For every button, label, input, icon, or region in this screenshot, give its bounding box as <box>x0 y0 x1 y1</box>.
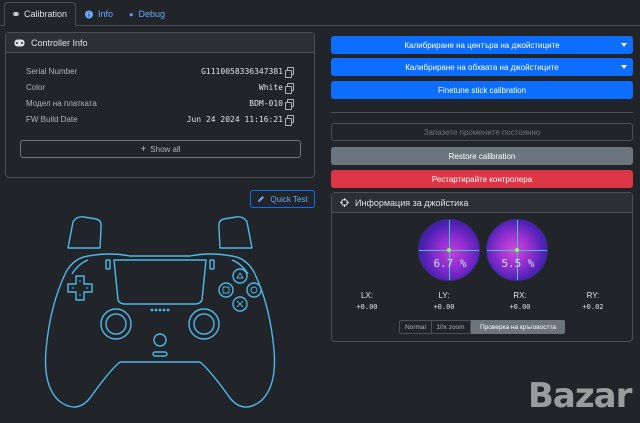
axis-label: RX: <box>513 291 527 300</box>
mode-zoom-label: 10x zoom <box>436 323 465 331</box>
info-label: Serial Number <box>26 66 78 76</box>
finetune-label: Finetune stick calibration <box>437 85 527 95</box>
info-row-fw-build: FW Build Date Jun 24 2024 11:16:21 <box>26 112 294 126</box>
gamepad-icon <box>13 12 19 16</box>
axis-label: RY: <box>586 291 600 300</box>
l2-trigger <box>67 216 102 249</box>
chevron-down-icon <box>621 43 627 47</box>
copy-icon[interactable] <box>285 83 294 94</box>
info-row-color: Color White <box>26 80 294 94</box>
controller-info-card: Controller Info Serial Number G111005833… <box>5 32 315 178</box>
info-row-board-model: Модел на платката BDM-010 <box>26 96 294 110</box>
axis-value: +0.00 <box>433 303 455 311</box>
light-bar-leds <box>150 308 170 312</box>
axis-lx: LX: +0.00 <box>352 291 382 311</box>
circle-button <box>246 282 262 298</box>
axis-value: +0.00 <box>509 303 531 311</box>
save-permanent-label: Запазете промените постоянно <box>423 127 541 137</box>
mute-button <box>152 351 168 357</box>
calibrate-center-button[interactable]: Калибриране на центъра на джойстиците <box>331 36 633 54</box>
tab-info-label: Info <box>97 9 113 19</box>
triangle-button <box>232 268 248 284</box>
copy-icon[interactable] <box>285 99 294 110</box>
tab-calibration-label: Calibration <box>23 9 67 19</box>
stick-info-header: Информация за джойстика <box>332 193 632 213</box>
save-permanent-button[interactable]: Запазете промените постоянно <box>331 123 633 141</box>
calibrate-range-button[interactable]: Калибриране на обхвата на джойстиците <box>331 58 633 76</box>
tab-info[interactable]: Info <box>77 2 121 26</box>
controller-info-title: Controller Info <box>31 37 88 48</box>
mode-normal-label: Normal <box>405 323 426 331</box>
info-icon <box>85 10 93 18</box>
info-label: Модел на платката <box>26 98 97 108</box>
restart-controller-label: Рестартирайте контролера <box>431 174 533 184</box>
left-stick-error-pct: 6.7 % <box>433 257 467 270</box>
axis-ly: LY: +0.00 <box>429 291 459 311</box>
restore-calibration-label: Restore calibration <box>448 151 516 161</box>
quick-test-button[interactable]: Quick Test <box>250 190 315 208</box>
tab-bar: Calibration Info Debug <box>0 0 640 26</box>
show-all-label: Show all <box>150 144 181 154</box>
axis-label: LX: <box>360 291 373 300</box>
right-stick-error-pct: 5.5 % <box>501 257 535 270</box>
gamepad-icon <box>14 39 25 46</box>
info-label: Color <box>26 82 46 92</box>
calibrate-range-label: Калибриране на обхвата на джойстиците <box>405 62 559 72</box>
axis-ry: RY: +0.02 <box>578 291 608 311</box>
restart-controller-button[interactable]: Рестартирайте контролера <box>331 170 633 188</box>
info-label: FW Build Date <box>26 114 78 124</box>
info-value: BDM-010 <box>249 98 283 108</box>
square-button <box>218 282 234 298</box>
right-stick-circularity-plot: 5.5 % <box>486 219 548 281</box>
tab-debug-label: Debug <box>138 9 165 19</box>
controller-body <box>44 253 276 408</box>
dpad-icon <box>67 275 93 301</box>
mode-circularity-button[interactable]: Проверка на кръговостта <box>471 320 565 334</box>
info-value: White <box>258 82 283 92</box>
mode-circularity-label: Проверка на кръговостта <box>479 323 557 331</box>
bazar-watermark: Bazar <box>528 376 632 416</box>
controller-diagram <box>44 216 276 408</box>
chevron-down-icon <box>621 65 627 69</box>
copy-icon[interactable] <box>285 67 294 78</box>
bug-icon <box>129 12 134 16</box>
plus-icon: + <box>140 143 147 155</box>
info-value: G1110058336347381 <box>201 66 283 76</box>
tab-debug[interactable]: Debug <box>121 2 173 26</box>
tab-calibration[interactable]: Calibration <box>4 2 76 26</box>
pencil-icon <box>258 196 265 202</box>
calibrate-center-label: Калибриране на центъра на джойстиците <box>404 40 560 50</box>
mode-zoom-button[interactable]: 10x zoom <box>431 320 471 334</box>
crosshair-icon <box>340 198 349 207</box>
finetune-button[interactable]: Finetune stick calibration <box>331 81 633 99</box>
axis-label: LY: <box>438 291 450 300</box>
divider <box>331 112 633 113</box>
axis-value: +0.02 <box>582 303 604 311</box>
info-row-serial: Serial Number G1110058336347381 <box>26 64 294 78</box>
show-all-button[interactable]: + Show all <box>20 140 301 158</box>
r2-trigger <box>218 216 253 249</box>
stick-info-title: Информация за джойстика <box>355 197 469 208</box>
quick-test-label: Quick Test <box>270 194 308 204</box>
info-value: Jun 24 2024 11:16:21 <box>186 114 283 124</box>
axis-rx: RX: +0.00 <box>505 291 535 311</box>
ps-button <box>153 333 167 347</box>
axis-value: +0.00 <box>356 303 378 311</box>
restore-calibration-button[interactable]: Restore calibration <box>331 147 633 165</box>
copy-icon[interactable] <box>285 115 294 126</box>
controller-info-header: Controller Info <box>6 33 314 53</box>
left-stick-circularity-plot: 6.7 % <box>418 219 480 281</box>
mode-normal-button[interactable]: Normal <box>399 320 432 334</box>
touchpad <box>113 259 207 305</box>
